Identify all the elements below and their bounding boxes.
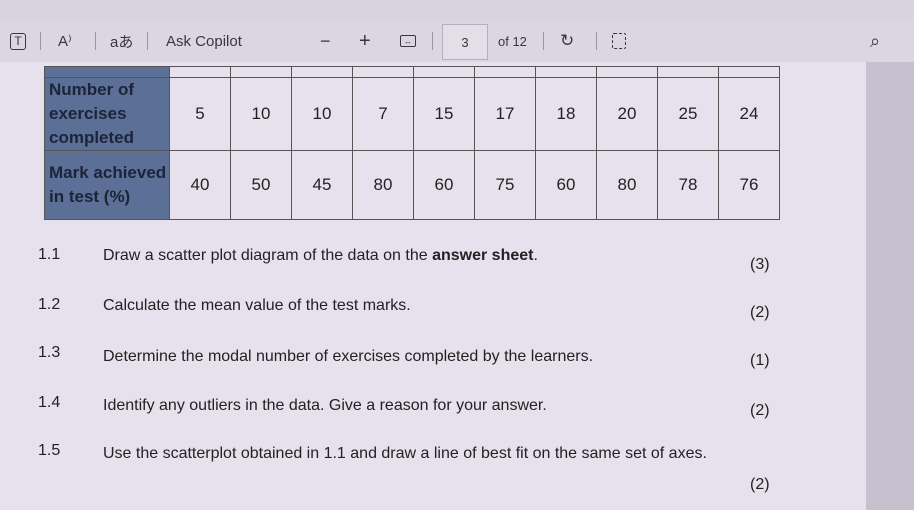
divider: [95, 32, 96, 50]
table-cell: 50: [230, 150, 292, 220]
zoom-in-button[interactable]: +: [359, 20, 371, 62]
data-table: Number of exercises completed 5 10 10 7 …: [44, 66, 780, 220]
table-cell: 80: [596, 150, 658, 220]
table-cell: 10: [230, 77, 292, 151]
read-aloud-button[interactable]: A⁾: [58, 20, 72, 62]
question-text: Draw a scatter plot diagram of the data …: [103, 246, 743, 265]
table-cell: 40: [169, 150, 231, 220]
page-number-input[interactable]: 3: [442, 24, 488, 60]
divider: [432, 32, 433, 50]
question-text-part: Draw a scatter plot diagram of the data …: [103, 247, 433, 264]
pdf-page: Number of exercises completed 5 10 10 7 …: [0, 62, 866, 510]
question-number: 1.5: [38, 442, 61, 459]
question-text-part: .: [533, 247, 538, 264]
page-view-icon[interactable]: [612, 20, 626, 62]
table-cell: 60: [413, 150, 475, 220]
question-number: 1.3: [38, 344, 61, 361]
pdf-toolbar: T A⁾ aあ Ask Copilot − + ↔ 3 of 12 ↻ ⌕: [0, 20, 914, 62]
table-cell: 75: [474, 150, 536, 220]
rotate-icon[interactable]: ↻: [560, 20, 574, 62]
row-header: Mark achieved in test (%): [44, 150, 170, 220]
row-header: Number of exercises completed: [44, 77, 170, 151]
question-marks: (2): [750, 402, 770, 419]
divider: [147, 32, 148, 50]
table-cell: 17: [474, 77, 536, 151]
question-marks: (3): [750, 256, 770, 273]
table-row: Number of exercises completed 5 10 10 7 …: [44, 77, 780, 151]
text-box-icon[interactable]: T: [10, 20, 26, 62]
page-total: of 12: [498, 33, 527, 49]
question-text: Identify any outliers in the data. Give …: [103, 397, 547, 414]
zoom-out-button[interactable]: −: [320, 20, 331, 62]
question-text: Determine the modal number of exercises …: [103, 348, 594, 365]
table-cell: 24: [718, 77, 780, 151]
scrollbar-area[interactable]: [866, 62, 914, 510]
search-icon[interactable]: ⌕: [870, 20, 880, 62]
table-cell: 18: [535, 77, 597, 151]
question-number: 1.4: [38, 394, 61, 411]
question-marks: (2): [750, 476, 770, 493]
table-cell: 78: [657, 150, 719, 220]
table-cell: 60: [535, 150, 597, 220]
question-number: 1.1: [38, 246, 61, 263]
question-marks: (2): [750, 304, 770, 321]
ask-copilot-button[interactable]: Ask Copilot: [166, 20, 242, 62]
table-cell: 10: [291, 77, 353, 151]
browser-tab-strip: [0, 0, 914, 20]
question-marks: (1): [750, 352, 770, 369]
table-cell: 45: [291, 150, 353, 220]
fit-width-icon[interactable]: ↔: [400, 20, 416, 62]
table-row: Mark achieved in test (%) 40 50 45 80 60…: [44, 150, 780, 220]
divider: [40, 32, 41, 50]
table-cell: 20: [596, 77, 658, 151]
table-cell: 7: [352, 77, 414, 151]
table-cell: 15: [413, 77, 475, 151]
table-cell: 5: [169, 77, 231, 151]
table-cell: 76: [718, 150, 780, 220]
translate-button[interactable]: aあ: [110, 20, 133, 62]
table-cell: 80: [352, 150, 414, 220]
table-cell: 25: [657, 77, 719, 151]
divider: [543, 32, 544, 50]
table-row: [44, 66, 780, 78]
question-number: 1.2: [38, 296, 61, 313]
divider: [596, 32, 597, 50]
question-text-bold: answer sheet: [432, 247, 534, 264]
question-text: Use the scatterplot obtained in 1.1 and …: [103, 445, 707, 462]
question-text: Calculate the mean value of the test mar…: [103, 297, 411, 314]
